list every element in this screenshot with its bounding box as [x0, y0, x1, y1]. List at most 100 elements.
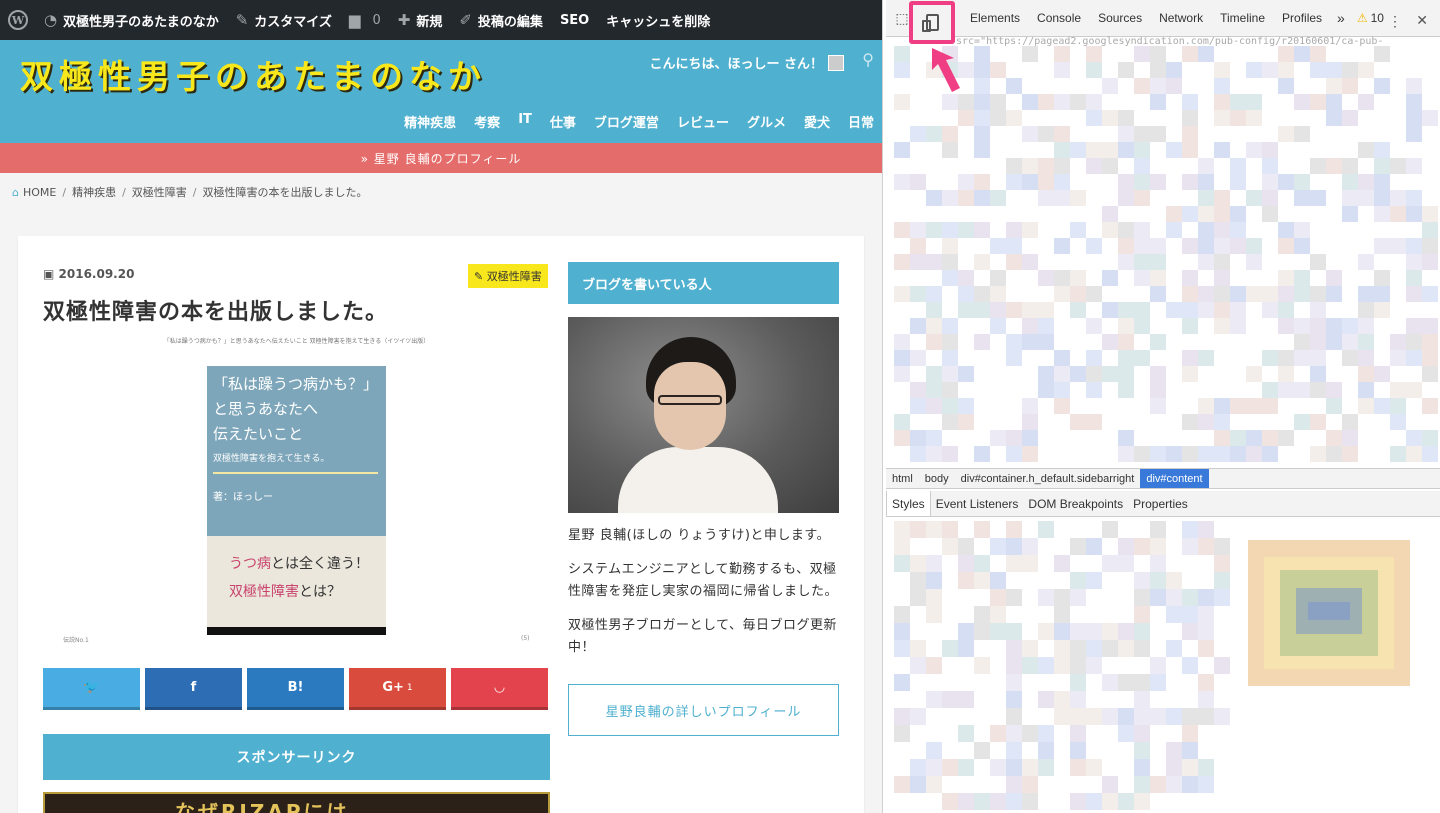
dom-crumb[interactable]: html — [886, 469, 919, 488]
wordpress-logo-icon[interactable]: W — [8, 10, 28, 30]
nav-item[interactable]: ブログ運営 — [594, 112, 659, 131]
admin-comments-count: 0 — [372, 12, 381, 28]
blurred-block — [1118, 555, 1134, 572]
blurred-block — [1422, 350, 1438, 366]
more-tabs-button[interactable]: » — [1337, 10, 1345, 26]
blurred-block — [1022, 46, 1038, 62]
blurred-block — [1134, 222, 1150, 238]
tab-event-listeners[interactable]: Event Listeners — [931, 491, 1024, 516]
blurred-block — [1086, 94, 1102, 110]
blurred-block — [1102, 302, 1118, 318]
share-gplus-button[interactable]: G+ 1 — [349, 668, 446, 710]
tab-profiles[interactable]: Profiles — [1282, 11, 1322, 25]
blurred-block — [910, 555, 926, 572]
user-greeting[interactable]: こんにちは、ほっしー さん！ — [649, 53, 844, 72]
admin-seo[interactable]: SEO — [560, 13, 589, 28]
blurred-block — [1374, 398, 1390, 414]
share-hatena-button[interactable]: B! — [247, 668, 344, 710]
blurred-block — [1310, 62, 1326, 78]
blurred-block — [1342, 174, 1358, 190]
breadcrumb-home[interactable]: HOME — [23, 186, 56, 199]
warnings-counter[interactable]: ⚠ 10 — [1357, 11, 1384, 25]
blurred-block — [1038, 589, 1054, 606]
tab-styles[interactable]: Styles — [886, 491, 931, 516]
blurred-block — [1278, 46, 1294, 62]
breadcrumb-item[interactable]: 精神疾患 — [72, 184, 116, 200]
share-facebook-button[interactable]: f — [145, 668, 242, 710]
blurred-block — [894, 254, 910, 270]
admin-customize-label: カスタマイズ — [254, 14, 332, 30]
blurred-block — [1262, 62, 1278, 78]
blurred-block — [1198, 521, 1214, 538]
category-badge[interactable]: ✎ 双極性障害 — [468, 264, 548, 288]
blurred-block — [1214, 206, 1230, 222]
blurred-block — [1342, 110, 1358, 126]
nav-item[interactable]: 愛犬 — [804, 112, 830, 131]
dom-crumb[interactable]: body — [919, 469, 955, 488]
blurred-block — [1198, 759, 1214, 776]
blurred-block — [974, 222, 990, 238]
blurred-block — [1214, 430, 1230, 446]
kebab-icon[interactable]: ⋮ — [1388, 13, 1402, 30]
styles-pane-blurred — [886, 517, 1440, 813]
tab-dom-breakpoints[interactable]: DOM Breakpoints — [1023, 491, 1128, 516]
nav-item[interactable]: レビュー — [677, 112, 729, 131]
tab-elements[interactable]: Elements — [970, 11, 1020, 25]
tab-network[interactable]: Network — [1159, 11, 1203, 25]
cursor-icon[interactable]: ⬚ — [894, 10, 910, 26]
search-icon[interactable]: ⚲ — [862, 50, 874, 69]
admin-comments[interactable]: ▆ 0 — [349, 11, 381, 29]
blurred-block — [1070, 759, 1086, 776]
blurred-block — [1054, 350, 1070, 366]
admin-edit-post[interactable]: ✐ 投稿の編集 — [459, 11, 543, 30]
device-mode-button[interactable] — [909, 1, 955, 44]
blurred-block — [926, 190, 942, 206]
blurred-block — [1134, 793, 1150, 810]
sponsor-heading: スポンサーリンク — [43, 734, 550, 780]
blurred-block — [1182, 206, 1198, 222]
share-twitter-button[interactable]: 🐦 — [43, 668, 140, 710]
admin-clear-cache[interactable]: キャッシュを削除 — [606, 11, 710, 30]
blurred-block — [910, 759, 926, 776]
tab-properties[interactable]: Properties — [1128, 491, 1193, 516]
share-pocket-button[interactable]: ◡ — [451, 668, 548, 710]
blurred-block — [974, 94, 990, 110]
blurred-block — [1326, 62, 1342, 78]
tab-timeline[interactable]: Timeline — [1220, 11, 1265, 25]
tab-console[interactable]: Console — [1037, 11, 1081, 25]
nav-item[interactable]: 精神疾患 — [404, 112, 456, 131]
blurred-block — [1390, 190, 1406, 206]
blurred-block — [1390, 158, 1406, 174]
blurred-block — [1198, 222, 1214, 238]
admin-new[interactable]: ✚ 新規 — [398, 11, 443, 30]
profile-detail-button[interactable]: 星野良輔の詳しいプロフィール — [568, 684, 839, 736]
close-icon[interactable]: ✕ — [1416, 12, 1428, 29]
blurred-block — [990, 759, 1006, 776]
blurred-block — [1374, 46, 1390, 62]
blurred-block — [1230, 174, 1246, 190]
blurred-block — [1166, 742, 1182, 759]
blurred-block — [1086, 793, 1102, 810]
profile-bar-link[interactable]: » 星野 良輔のプロフィール — [0, 143, 882, 173]
dom-crumb[interactable]: div#container.h_default.sidebarright — [955, 469, 1141, 488]
breadcrumb-item[interactable]: 双極性障害 — [132, 184, 187, 200]
nav-item[interactable]: 考察 — [474, 112, 500, 131]
admin-site-name[interactable]: ◔ 双極性男子のあたまのなか — [44, 11, 219, 30]
nav-item[interactable]: グルメ — [747, 112, 786, 131]
blurred-block — [974, 126, 990, 142]
blurred-block — [1358, 142, 1374, 158]
dom-crumb-active[interactable]: div#content — [1140, 469, 1209, 488]
tab-sources[interactable]: Sources — [1098, 11, 1142, 25]
blurred-block — [1166, 606, 1182, 623]
nav-item[interactable]: IT — [518, 112, 532, 131]
blurred-block — [974, 606, 990, 623]
blurred-block — [1166, 302, 1182, 318]
nav-item[interactable]: 仕事 — [550, 112, 576, 131]
site-title[interactable]: 双極性男子のあたまのなか — [20, 50, 487, 98]
book-cover-image[interactable]: 「私は躁うつ病かも？」 と思うあなたへ 伝えたいこと 双極性障害を抱えて生きる。… — [207, 366, 386, 635]
nav-item[interactable]: 日常 — [848, 112, 874, 131]
admin-customize[interactable]: ✎ カスタマイズ — [236, 11, 332, 30]
blurred-block — [1246, 110, 1262, 126]
ad-banner[interactable]: なぜRIZAPには — [43, 792, 550, 813]
blurred-block — [1198, 206, 1214, 222]
